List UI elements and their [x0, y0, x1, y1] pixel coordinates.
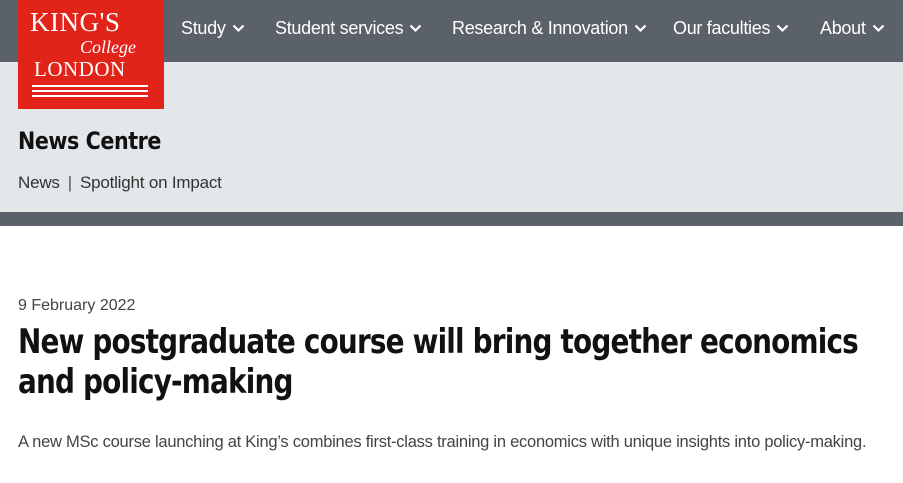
chevron-down-icon — [410, 24, 422, 32]
article-summary: A new MSc course launching at King’s com… — [18, 433, 867, 451]
chevron-down-icon — [634, 24, 647, 32]
nav-item-label: Student services — [275, 18, 404, 38]
nav-item-our-faculties[interactable]: Our faculties — [673, 17, 789, 39]
article-date: 9 February 2022 — [18, 297, 136, 314]
logo-line-london: LONDON — [34, 57, 126, 81]
nav-item-student-services[interactable]: Student services — [275, 17, 422, 39]
breadcrumb: News | Spotlight on Impact — [18, 172, 222, 194]
header-divider-bar — [0, 212, 903, 226]
nav-item-about[interactable]: About — [820, 17, 885, 39]
chevron-down-icon — [232, 24, 244, 32]
kings-college-london-logo[interactable]: KING'S College LONDON — [18, 0, 164, 109]
nav-item-label: Study — [181, 18, 226, 38]
breadcrumb-link-spotlight-on-impact[interactable]: Spotlight on Impact — [80, 172, 222, 194]
nav-item-label: Our faculties — [673, 18, 771, 38]
section-title[interactable]: News Centre — [18, 126, 161, 156]
nav-item-study[interactable]: Study — [181, 17, 245, 39]
logo-rule — [32, 90, 148, 92]
nav-item-label: Research & Innovation — [452, 18, 628, 38]
article-headline: New postgraduate course will bring toget… — [18, 322, 859, 402]
logo-line-kings: KING'S — [30, 7, 121, 37]
breadcrumb-link-news[interactable]: News — [18, 172, 60, 194]
logo-line-college: College — [80, 37, 136, 57]
logo-rule — [32, 95, 148, 97]
nav-item-label: About — [820, 18, 866, 38]
nav-item-research-innovation[interactable]: Research & Innovation — [452, 17, 647, 39]
breadcrumb-separator: | — [67, 173, 72, 192]
logo-rule — [32, 85, 148, 87]
chevron-down-icon — [776, 24, 789, 32]
chevron-down-icon — [872, 24, 884, 32]
